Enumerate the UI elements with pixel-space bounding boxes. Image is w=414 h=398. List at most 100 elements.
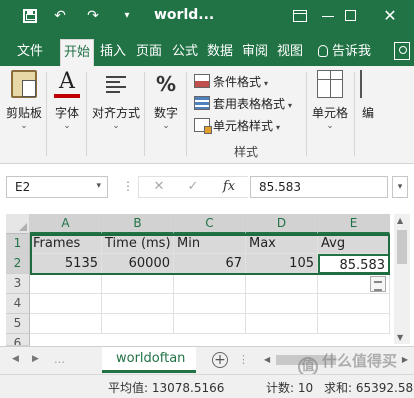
cell-e1[interactable]: Avg <box>318 234 390 254</box>
vertical-scrollbar[interactable]: ▲ ▼ <box>394 214 410 344</box>
cell-empty[interactable] <box>174 314 246 334</box>
number-button[interactable]: % 数字 ⌄ <box>150 70 182 132</box>
format-as-table-label: 套用表格格式 <box>213 97 286 111</box>
conditional-format-button[interactable]: 条件格式 ▾ <box>194 72 268 92</box>
maximize-icon[interactable] <box>340 6 360 26</box>
cell-b2[interactable]: 60000 <box>102 254 174 274</box>
font-button[interactable]: A 字体 ⌄ <box>50 70 84 132</box>
formula-input[interactable]: 85.583 <box>250 176 388 198</box>
cells-button[interactable]: 单元格 ⌄ <box>310 70 350 132</box>
more-sheets-icon[interactable]: … <box>54 353 65 366</box>
chevron-down-icon[interactable]: ▾ <box>96 181 101 191</box>
cell-empty[interactable] <box>318 294 390 314</box>
tab-home[interactable]: 开始 <box>60 39 94 66</box>
chevron-down-icon: ⌄ <box>162 121 170 131</box>
tab-file[interactable]: 文件 <box>10 39 50 66</box>
column-header-b[interactable]: B <box>102 214 174 234</box>
scroll-left-icon[interactable]: ◀ <box>264 355 270 364</box>
formula-bar: E2 ▾ ⋮ ✕ ✓ fx 85.583 ▾ <box>0 164 414 210</box>
tab-data[interactable]: 数据 <box>203 39 237 66</box>
column-header-d[interactable]: D <box>246 214 318 234</box>
cell-c1[interactable]: Min <box>174 234 246 254</box>
row-header-2[interactable]: 2 <box>6 254 30 274</box>
tab-formulas[interactable]: 公式 <box>168 39 202 66</box>
cell-empty[interactable] <box>30 314 102 334</box>
row-header-4[interactable]: 4 <box>6 294 30 314</box>
tab-insert[interactable]: 插入 <box>96 39 130 66</box>
cell-empty[interactable] <box>318 314 390 334</box>
minimize-icon[interactable] <box>318 6 338 26</box>
cell-empty[interactable] <box>174 294 246 314</box>
ribbon-display-options-icon[interactable] <box>290 6 310 26</box>
redo-icon[interactable]: ↷ <box>83 6 103 26</box>
save-icon[interactable] <box>20 6 40 26</box>
cells-icon <box>317 70 343 98</box>
cell-empty[interactable] <box>246 294 318 314</box>
scroll-up-icon[interactable]: ▲ <box>397 216 403 225</box>
cell-empty[interactable] <box>102 314 174 334</box>
cancel-icon[interactable]: ✕ <box>149 178 169 196</box>
cell-styles-button[interactable]: 单元格样式 ▾ <box>194 116 280 136</box>
worksheet-grid: A B C D E 1 2 3 4 5 6 Frames Time (ms) M… <box>0 210 414 346</box>
cell-e2-active[interactable]: 85.583 <box>318 254 390 274</box>
tell-me-box[interactable]: 告诉我 <box>318 39 371 66</box>
select-all-button[interactable] <box>6 214 30 234</box>
scroll-right-icon[interactable]: ▶ <box>402 355 408 364</box>
next-sheet-icon[interactable]: ▶ <box>32 354 39 364</box>
insert-function-icon[interactable]: fx <box>219 178 239 196</box>
row-header-1[interactable]: 1 <box>6 234 30 254</box>
cell-empty[interactable] <box>102 274 174 294</box>
chevron-down-icon: ⌄ <box>326 121 334 131</box>
quick-analysis-icon[interactable] <box>370 276 386 292</box>
column-header-c[interactable]: C <box>174 214 246 234</box>
number-label: 数字 <box>153 106 178 120</box>
cell-d1[interactable]: Max <box>246 234 318 254</box>
alignment-button[interactable]: 对齐方式 ⌄ <box>90 70 142 132</box>
share-icon[interactable] <box>394 42 410 60</box>
name-box[interactable]: E2 ▾ <box>6 176 108 198</box>
cell-a1[interactable]: Frames <box>30 234 102 254</box>
row-header-3[interactable]: 3 <box>6 274 30 294</box>
cell-c2[interactable]: 67 <box>174 254 246 274</box>
resize-handle-icon[interactable]: ⋮ <box>122 179 135 193</box>
resize-handle-icon[interactable]: ⋮ <box>238 353 249 366</box>
row-header-6[interactable]: 6 <box>6 334 30 346</box>
expand-formula-bar-icon[interactable]: ▾ <box>392 176 408 198</box>
chevron-down-icon: ⌄ <box>112 121 120 131</box>
cell-empty[interactable] <box>174 274 246 294</box>
cell-b1[interactable]: Time (ms) <box>102 234 174 254</box>
alignment-label: 对齐方式 <box>91 106 140 120</box>
editing-label: 编 <box>361 106 374 120</box>
cell-empty[interactable] <box>30 294 102 314</box>
cell-d2[interactable]: 105 <box>246 254 318 274</box>
add-sheet-icon[interactable]: + <box>212 352 228 368</box>
cell-empty[interactable] <box>30 274 102 294</box>
column-header-e[interactable]: E <box>318 214 390 234</box>
editing-button[interactable]: 编 <box>358 70 378 132</box>
row-header-5[interactable]: 5 <box>6 314 30 334</box>
sheet-tab-worldoftan[interactable]: worldoftan <box>102 347 196 373</box>
cell-a2[interactable]: 5135 <box>30 254 102 274</box>
clipboard-button[interactable]: 剪贴板 ⌄ <box>4 70 44 132</box>
format-as-table-button[interactable]: 套用表格格式 ▾ <box>194 94 292 114</box>
status-sum: 求和: 65392.583 <box>324 381 414 395</box>
tab-view[interactable]: 视图 <box>273 39 307 66</box>
undo-icon[interactable]: ↶ <box>50 6 70 26</box>
scroll-thumb[interactable] <box>397 230 407 264</box>
prev-sheet-icon[interactable]: ◀ <box>12 354 19 364</box>
chevron-down-icon: ▾ <box>288 101 293 110</box>
ribbon-tabs: 文件 开始 插入 页面 公式 数据 审阅 视图 告诉我 <box>0 34 414 66</box>
enter-icon[interactable]: ✓ <box>183 178 203 196</box>
cell-empty[interactable] <box>246 274 318 294</box>
tab-page-layout[interactable]: 页面 <box>132 39 166 66</box>
close-icon[interactable]: ✕ <box>380 6 400 26</box>
scroll-down-icon[interactable]: ▼ <box>397 333 403 342</box>
formula-buttons: ✕ ✓ fx <box>138 176 248 198</box>
cell-empty[interactable] <box>102 294 174 314</box>
column-header-a[interactable]: A <box>30 214 102 234</box>
customize-toolbar-icon[interactable]: ▾ <box>117 6 137 26</box>
paste-icon <box>11 70 37 98</box>
percent-icon: % <box>155 72 177 96</box>
cell-empty[interactable] <box>246 314 318 334</box>
tab-review[interactable]: 审阅 <box>238 39 272 66</box>
